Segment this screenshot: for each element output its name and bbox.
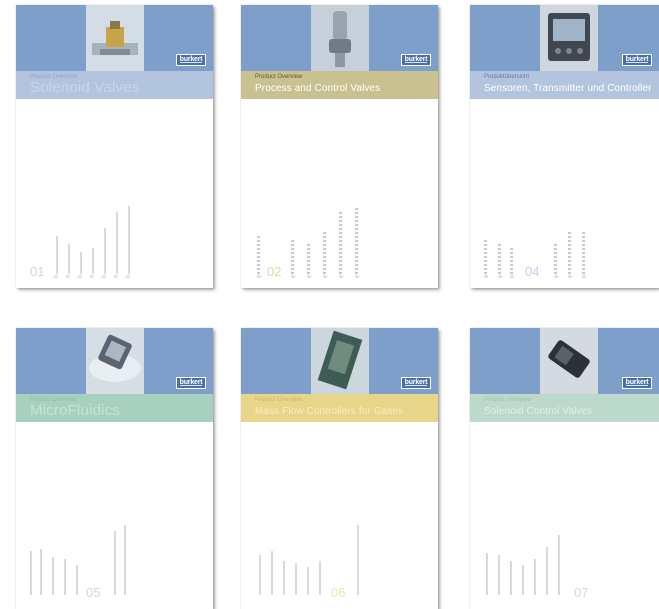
volume-number: 04	[525, 264, 540, 279]
volume-bars: 05	[16, 519, 213, 609]
brand-logo: burkert	[401, 54, 431, 66]
brand-logo: burkert	[622, 377, 652, 389]
volume-number: 01	[30, 264, 45, 279]
volume-number: 07	[574, 585, 589, 600]
volume-bars: 04	[470, 198, 659, 288]
product-photo	[86, 5, 144, 71]
title-band: Product Overview Process and Control Val…	[241, 71, 438, 99]
catalog-cover-solenoid-valves[interactable]: burkert Product Overview Solenoid Valves…	[16, 5, 213, 288]
product-photo	[540, 328, 598, 394]
mass-flow-controller-image	[311, 328, 369, 394]
cover-title: MicroFluidics	[30, 402, 121, 419]
cover-title: Solenoid Control Valves	[484, 406, 593, 417]
product-photo	[540, 5, 598, 71]
brand-logo: burkert	[176, 54, 206, 66]
product-photo	[86, 328, 144, 394]
volume-bars: 07	[470, 519, 659, 609]
controller-device-image	[540, 5, 598, 71]
cover-subtitle: Product Overview	[255, 397, 303, 403]
cover-subtitle: Product Overview	[255, 74, 303, 80]
catalog-cover-sensors-transmitters[interactable]: burkert Produktübersicht Sensoren, Trans…	[470, 5, 659, 288]
volume-bars: 01	[16, 198, 213, 288]
cover-subtitle: Product Overview	[484, 397, 532, 403]
volume-number: 02	[267, 264, 282, 279]
volume-number: 06	[331, 585, 346, 600]
catalog-cover-microfluidics[interactable]: burkert Product Overview MicroFluidics 0…	[16, 328, 213, 609]
solenoid-control-valve-image	[540, 328, 598, 394]
title-band: Product Overview Solenoid Control Valves	[470, 394, 659, 422]
volume-number: 05	[86, 585, 101, 600]
solenoid-valve-image	[86, 5, 144, 71]
catalog-cover-process-control-valves[interactable]: burkert Product Overview Process and Con…	[241, 5, 438, 288]
title-band: Product Overview Mass Flow Controllers f…	[241, 394, 438, 422]
cover-title: Solenoid Valves	[30, 79, 140, 96]
product-photo	[311, 328, 369, 394]
title-band: Product Overview Solenoid Valves	[16, 71, 213, 99]
catalog-cover-solenoid-control-valves[interactable]: burkert Product Overview Solenoid Contro…	[470, 328, 659, 609]
cover-title: Sensoren, Transmitter und Controller	[484, 83, 652, 94]
cover-title: Mass Flow Controllers for Gases	[255, 406, 404, 417]
microfluidic-chip-image	[86, 328, 144, 394]
cover-title: Process and Control Valves	[255, 83, 381, 94]
brand-logo: burkert	[622, 54, 652, 66]
cover-subtitle: Produktübersicht	[484, 74, 530, 80]
title-band: Produktübersicht Sensoren, Transmitter u…	[470, 71, 659, 99]
brand-logo: burkert	[401, 377, 431, 389]
product-photo	[311, 5, 369, 71]
process-valve-image	[311, 5, 369, 71]
volume-bars: 06	[241, 519, 438, 609]
title-band: Product Overview MicroFluidics	[16, 394, 213, 422]
volume-bars: 02	[241, 198, 438, 288]
catalog-cover-mass-flow-controllers[interactable]: burkert Product Overview Mass Flow Contr…	[241, 328, 438, 609]
brand-logo: burkert	[176, 377, 206, 389]
